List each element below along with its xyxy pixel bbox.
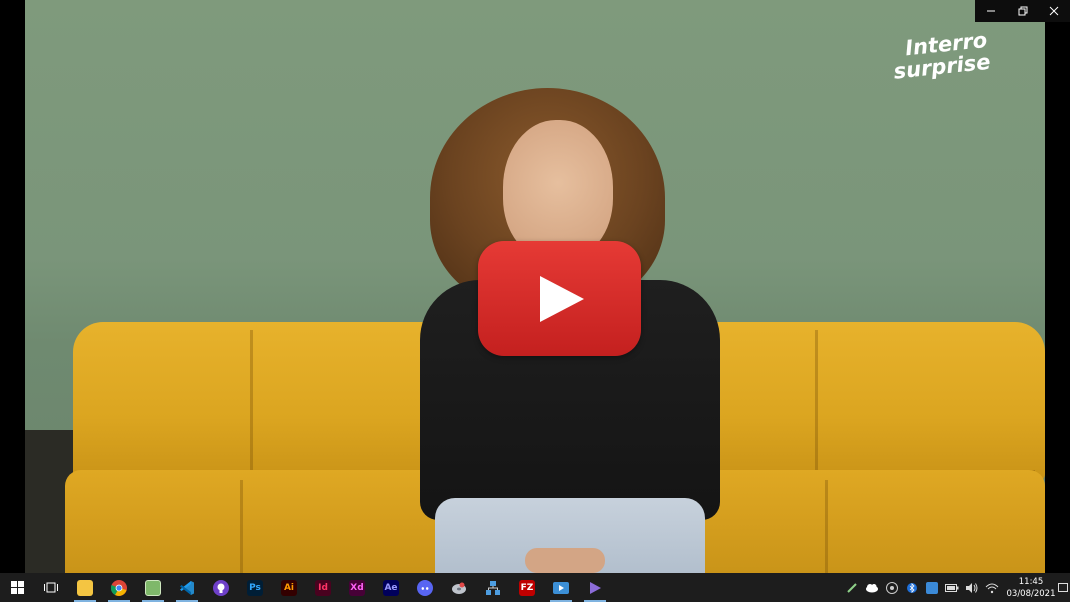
- task-view-icon: [44, 582, 58, 593]
- video-player[interactable]: Interro surprise: [25, 0, 1045, 573]
- task-view-button[interactable]: [34, 573, 68, 602]
- person-face: [503, 120, 613, 260]
- clock-time: 11:45: [1018, 576, 1044, 587]
- github-icon: [213, 579, 229, 596]
- taskbar-app-disk[interactable]: [442, 573, 476, 602]
- cloud-icon[interactable]: [864, 580, 880, 596]
- taskbar-app-illustrator[interactable]: Ai: [272, 573, 306, 602]
- play-icon: [540, 276, 584, 322]
- media-player-icon: [553, 581, 569, 594]
- windows-logo-icon: [10, 581, 24, 594]
- steam-icon[interactable]: [884, 580, 900, 596]
- taskbar-clock[interactable]: 11:45 03/08/2021: [1006, 576, 1056, 600]
- taskbar-app-media-player[interactable]: [544, 573, 578, 602]
- taskbar-app-indesign[interactable]: Id: [306, 573, 340, 602]
- sofa-seam: [825, 480, 828, 573]
- taskbar-app-xd[interactable]: Xd: [340, 573, 374, 602]
- network-icon: [486, 580, 500, 595]
- illustrator-icon: Ai: [281, 579, 297, 596]
- battery-icon[interactable]: [944, 580, 960, 596]
- brand-logo: Interro surprise: [890, 25, 1026, 98]
- person-hands: [525, 548, 605, 573]
- taskbar-app-photoshop[interactable]: Ps: [238, 573, 272, 602]
- play-button[interactable]: [478, 241, 641, 356]
- minimize-icon[interactable]: [975, 0, 1007, 22]
- pen-icon[interactable]: [844, 580, 860, 596]
- sofa-seam: [250, 330, 253, 480]
- taskbar-app-visual-studio[interactable]: [578, 573, 612, 602]
- taskbar-app-notepad[interactable]: [136, 573, 170, 602]
- start-button[interactable]: [0, 573, 34, 602]
- notification-center-button[interactable]: [1056, 573, 1070, 602]
- indesign-icon: Id: [315, 579, 331, 596]
- taskbar-app-after-effects[interactable]: Ae: [374, 573, 408, 602]
- chrome-icon: [111, 579, 127, 596]
- taskbar-app-filezilla[interactable]: FZ: [510, 573, 544, 602]
- notepad-icon: [145, 579, 161, 596]
- disk-icon: [452, 582, 466, 594]
- sofa-seam: [815, 330, 818, 480]
- taskbar-app-github-desktop[interactable]: [204, 573, 238, 602]
- bluetooth-icon[interactable]: [904, 580, 920, 596]
- desktop-screen: Interro surprise Ps Ai Id Xd Ae FZ 11:45…: [0, 0, 1070, 602]
- restore-icon[interactable]: [1007, 0, 1039, 22]
- close-icon[interactable]: [1038, 0, 1070, 22]
- taskbar-app-network[interactable]: [476, 573, 510, 602]
- volume-icon[interactable]: [964, 580, 980, 596]
- taskbar-app-chrome[interactable]: [102, 573, 136, 602]
- clock-date: 03/08/2021: [1006, 588, 1056, 599]
- wifi-icon[interactable]: [984, 580, 1000, 596]
- taskbar-app-vscode[interactable]: [170, 573, 204, 602]
- discord-icon: [417, 579, 433, 596]
- filezilla-icon: FZ: [519, 579, 535, 596]
- taskbar: Ps Ai Id Xd Ae FZ 11:45 03/08/2021: [0, 573, 1070, 602]
- sofa-seam: [240, 480, 243, 573]
- photoshop-icon: Ps: [247, 579, 263, 596]
- taskbar-app-discord[interactable]: [408, 573, 442, 602]
- window-controls: [975, 0, 1070, 22]
- vscode-icon: [180, 580, 194, 595]
- after-effects-icon: Ae: [383, 579, 399, 596]
- xd-icon: Xd: [349, 579, 365, 596]
- system-tray: 11:45 03/08/2021: [842, 573, 1070, 602]
- notification-icon: [1058, 582, 1068, 592]
- app-tray-icon[interactable]: [924, 580, 940, 596]
- folder-icon: [77, 579, 93, 596]
- taskbar-app-file-explorer[interactable]: [68, 573, 102, 602]
- visual-studio-icon: [590, 581, 601, 594]
